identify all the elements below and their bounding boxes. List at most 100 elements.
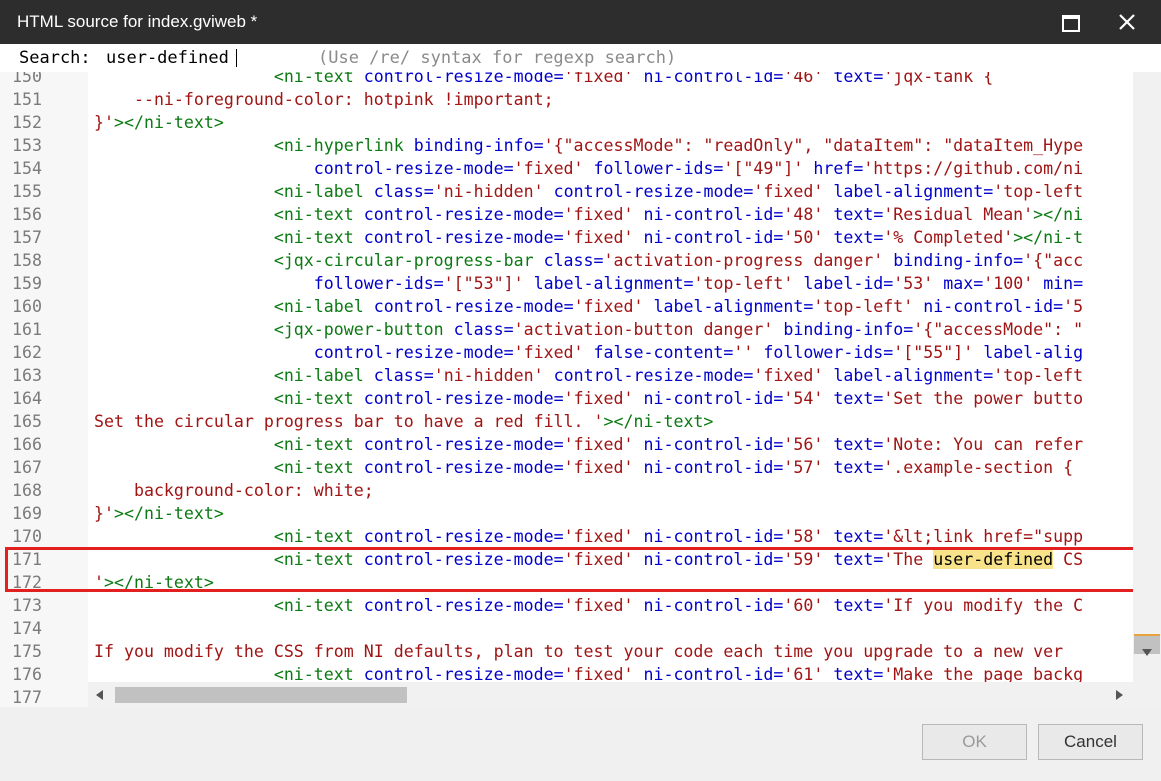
code-line: 159 follower-ids='["53"]' label-alignmen… [0, 272, 1133, 295]
line-code: <ni-label control-resize-mode='fixed' la… [94, 295, 1083, 318]
code-token: control-resize-mode= [363, 72, 564, 86]
code-token: label-alignment= [833, 366, 994, 385]
text-caret [236, 49, 237, 67]
code-token: min= [1043, 274, 1084, 293]
code-token: '{"accessMode": "readOnly", "dataItem": … [543, 136, 1084, 155]
line-number: 158 [12, 251, 42, 270]
code-token: '56' [783, 435, 824, 454]
arrow-right-icon[interactable] [1116, 690, 1123, 700]
line-number: 172 [12, 573, 42, 592]
code-token: '48' [783, 205, 824, 224]
code-token: ></ni-text> [603, 412, 714, 431]
code-token: <ni-label [273, 182, 364, 201]
code-token: '["55"]' [893, 343, 974, 362]
code-token: ></ni-t [1013, 228, 1084, 247]
code-token: 'activation-button danger' [513, 320, 774, 339]
code-editor[interactable]: 150 <ni-text control-resize-mode='fixed'… [0, 72, 1161, 707]
code-token: If you modify the CSS from NI defaults, … [94, 642, 1064, 661]
code-token: <ni-text [273, 550, 354, 569]
code-token: 'Residual Mean' [883, 205, 1034, 224]
search-match-highlight: user-defined [933, 550, 1054, 569]
maximize-button[interactable] [1056, 8, 1086, 36]
code-token: binding-info= [783, 320, 914, 339]
code-token: control-resize-mode= [553, 366, 754, 385]
code-token: ni-control-id= [643, 72, 784, 86]
horizontal-scroll-thumb[interactable] [115, 687, 407, 703]
code-token: ni-control-id= [643, 205, 784, 224]
code-line: 170 <ni-text control-resize-mode='fixed'… [0, 525, 1133, 548]
search-field[interactable]: Search: user-defined (Use /re/ syntax fo… [0, 44, 1161, 73]
code-token: control-resize-mode= [553, 182, 754, 201]
code-token: control-resize-mode= [313, 159, 514, 178]
code-token: ni-control-id= [923, 297, 1064, 316]
code-line: 163 <ni-label class='ni-hidden' control-… [0, 364, 1133, 387]
line-code: <ni-text control-resize-mode='fixed' ni-… [94, 387, 1083, 410]
code-token: control-resize-mode= [363, 596, 564, 615]
code-token: '59' [783, 550, 824, 569]
code-token: control-resize-mode= [313, 343, 514, 362]
ok-button[interactable]: OK [922, 724, 1027, 760]
arrow-down-icon[interactable] [1142, 649, 1152, 657]
code-token: ni-control-id= [643, 389, 784, 408]
line-number: 165 [12, 412, 42, 431]
code-token: }' [94, 113, 114, 132]
code-token: }' [94, 504, 114, 523]
code-token: control-resize-mode= [363, 458, 564, 477]
code-token: text= [833, 205, 884, 224]
line-code: <ni-hyperlink binding-info='{"accessMode… [94, 134, 1083, 157]
maximize-icon [1062, 15, 1080, 32]
line-number: 167 [12, 458, 42, 477]
line-code: <jqx-circular-progress-bar class='activa… [94, 249, 1083, 272]
code-line: 164 <ni-text control-resize-mode='fixed'… [0, 387, 1133, 410]
code-token: control-resize-mode= [363, 205, 564, 224]
code-token: label-alignment= [833, 182, 994, 201]
code-line: 175 If you modify the CSS from NI default… [0, 640, 1133, 663]
line-number: 155 [12, 182, 42, 201]
code-line: 155 <ni-label class='ni-hidden' control-… [0, 180, 1133, 203]
horizontal-scrollbar[interactable] [88, 682, 1133, 707]
code-token: '50' [783, 228, 824, 247]
code-line: 153 <ni-hyperlink binding-info='{"access… [0, 134, 1133, 157]
code-line: 173 <ni-text control-resize-mode='fixed'… [0, 594, 1133, 617]
arrow-left-icon[interactable] [96, 690, 103, 700]
window-title: HTML source for index.gviweb * [17, 12, 258, 31]
cancel-button[interactable]: Cancel [1038, 724, 1143, 760]
line-number: 151 [12, 90, 42, 109]
code-token: binding-info= [893, 251, 1024, 270]
line-number: 173 [12, 596, 42, 615]
code-token: ni-control-id= [643, 527, 784, 546]
close-button[interactable] [1112, 8, 1142, 36]
code-token: 'If you modify the C [883, 596, 1084, 615]
code-token: 'https://github.com/ni [863, 159, 1084, 178]
code-line: 162 control-resize-mode='fixed' false-co… [0, 341, 1133, 364]
vertical-scrollbar[interactable] [1133, 72, 1161, 707]
code-token: background-color: white; [94, 481, 374, 500]
code-token: <ni-text [273, 435, 354, 454]
search-input[interactable]: user-defined [106, 44, 229, 72]
line-number: 152 [12, 113, 42, 132]
code-token: 'The [883, 550, 934, 569]
code-token: '.example-section { [883, 458, 1074, 477]
